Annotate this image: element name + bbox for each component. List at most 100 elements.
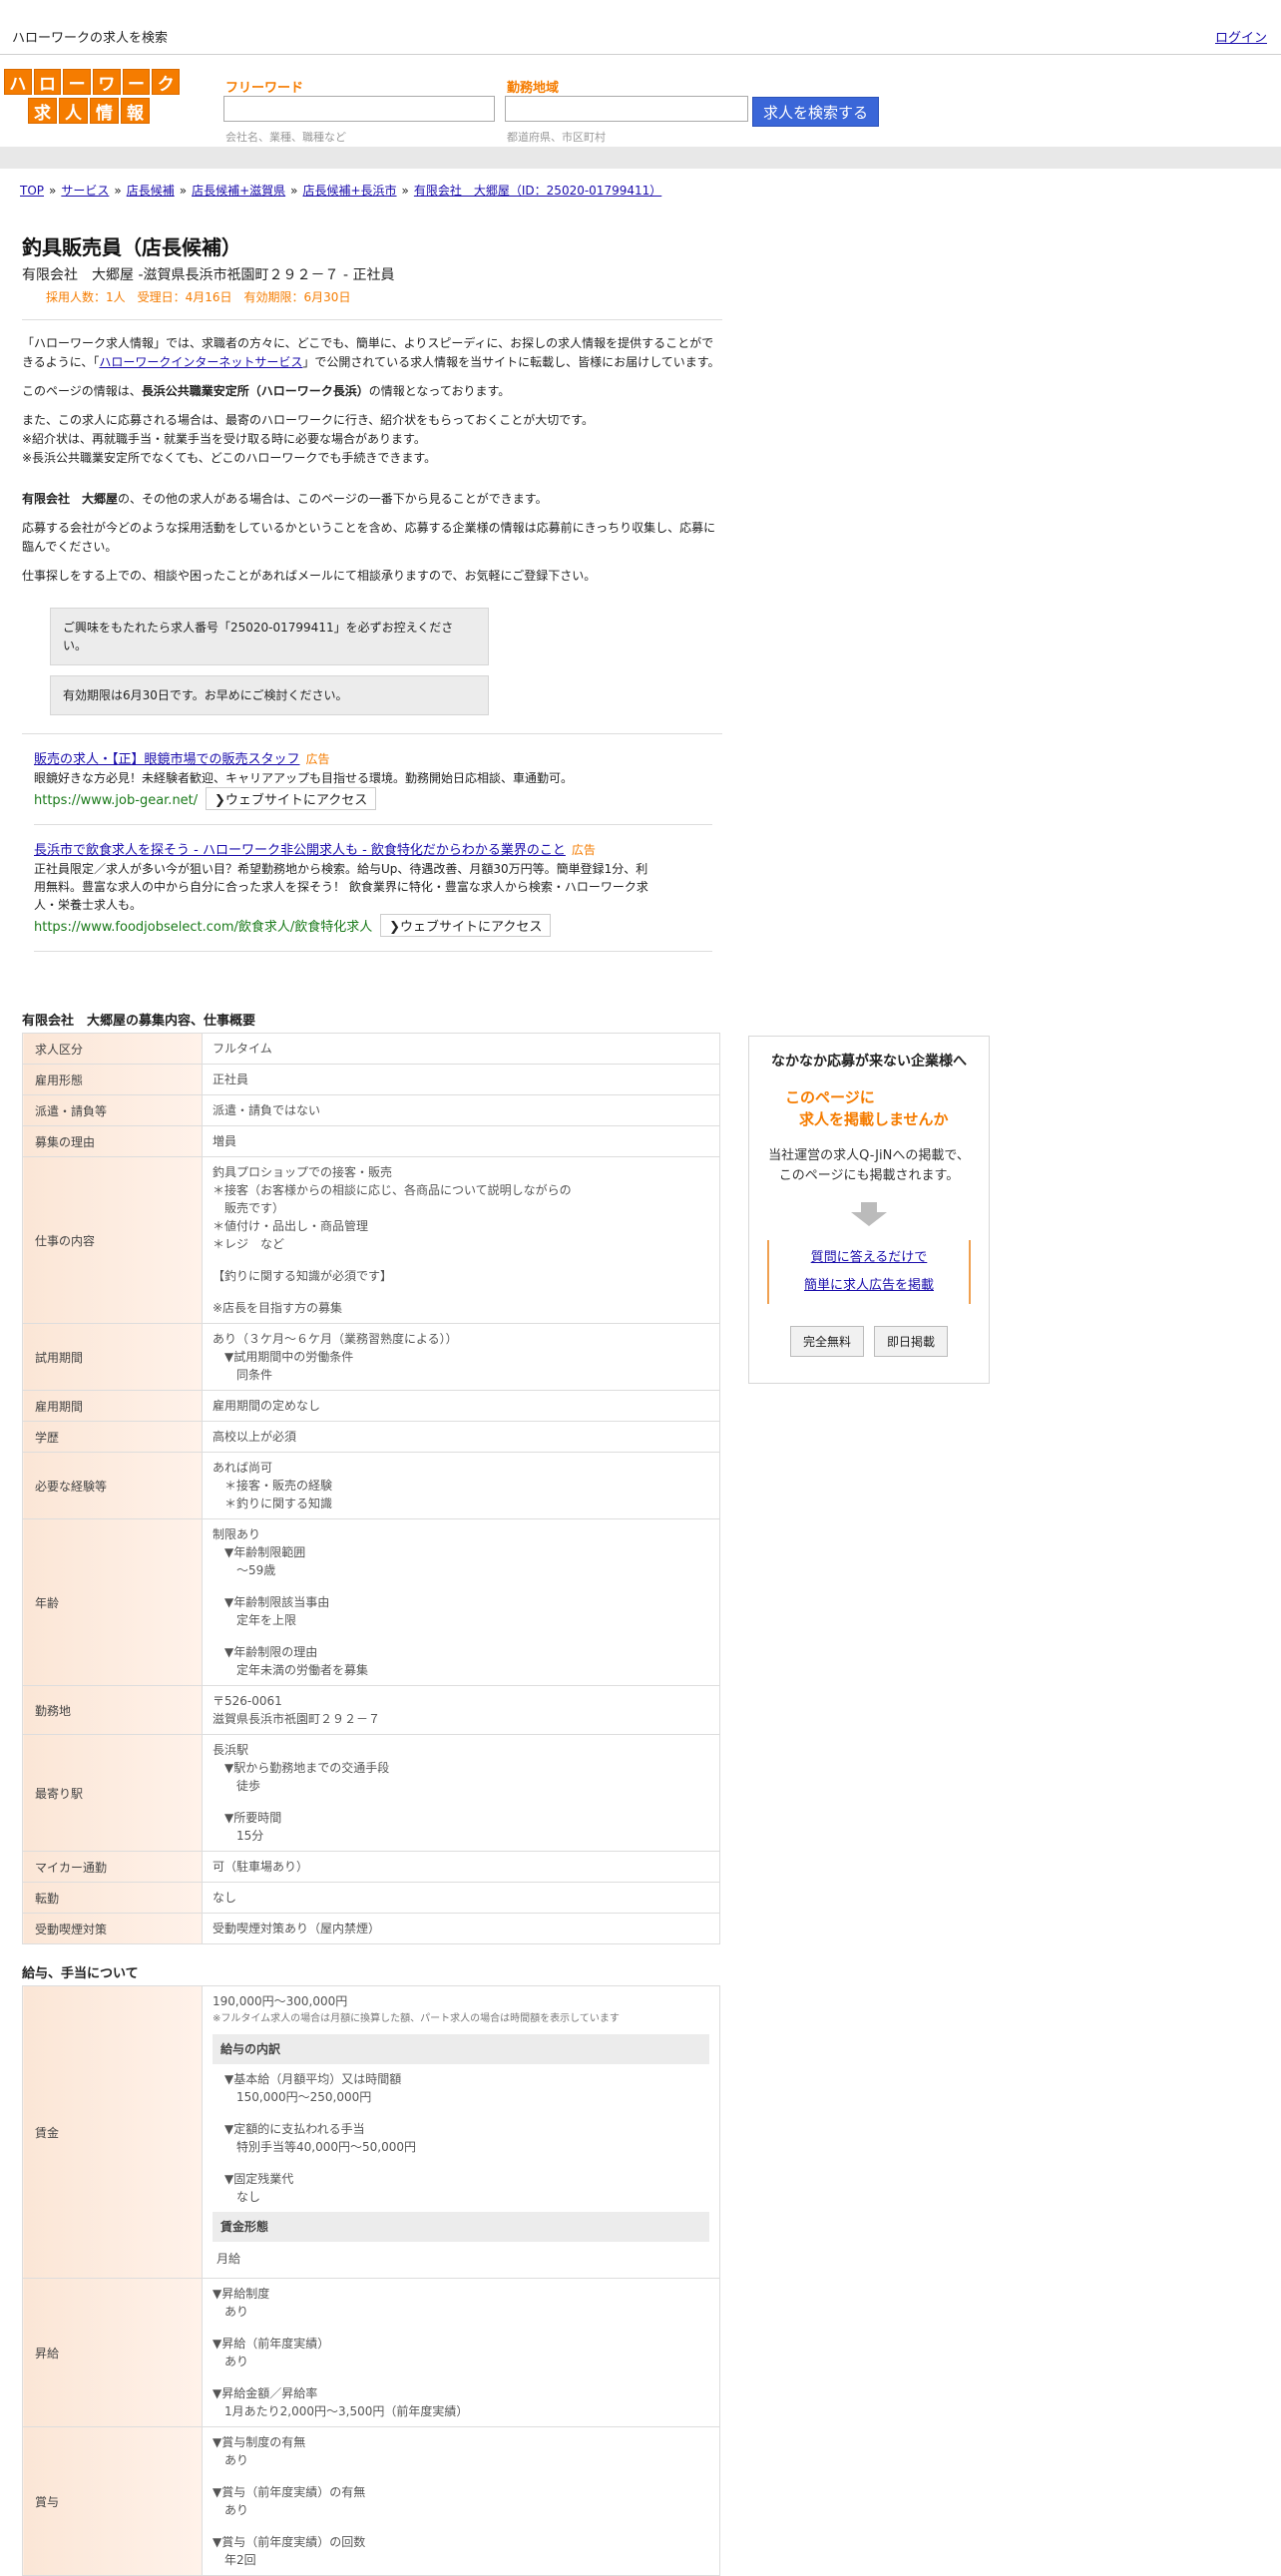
area-hint: 都道府県、市区町村 [507,131,606,144]
value-line: 高校以上が必須 [213,1430,297,1444]
row-label: マイカー通勤 [22,1851,203,1883]
breadcrumb-link[interactable]: 店長候補+滋賀県 [192,184,285,198]
row-value: フルタイム [202,1033,720,1065]
row-label: 募集の理由 [22,1125,203,1157]
row-label: 仕事の内容 [22,1156,203,1324]
value-line: ▼定額的に支払われる手当 [213,2122,365,2136]
consult-paragraph: 仕事探しをする上での、相談や困ったことがあればメールにて相談承りますので、お気軽… [22,569,597,583]
ad-tag: 広告 [571,843,596,857]
value-line: 派遣・請負ではない [213,1103,321,1117]
value-line [213,2106,709,2120]
row-label: 必要な経験等 [22,1452,203,1519]
row-label: 試用期間 [22,1323,203,1391]
ad-visit-button[interactable]: ❯ウェブサイトにアクセス [206,787,377,810]
row-value: あれば尚可 ＊接客・販売の経験 ＊釣りに関する知識 [202,1452,720,1519]
side-box-link[interactable]: 質問に答えるだけで [769,1244,969,1272]
job-number-notice: ご興味をもたれたら求人番号「25020-01799411」を必ずお控えください。 [50,608,489,665]
value-line: 可（駐車場あり） [213,1860,309,1874]
area-label: 勤務地域 [507,81,560,96]
value-line [213,1253,709,1267]
breakdown-lines: ▼基本給（月額平均）又は時間額 150,000円〜250,000円 ▼定額的に支… [213,2070,709,2206]
row-value: あり（３ケ月～６ケ月（業務習熟度による）） ▼試用期間中の労働条件 同条件 [202,1323,720,1391]
company-line: 有限会社 大郷屋 -滋賀県長浜市祇園町２９２－７ - 正社員 [22,267,395,283]
ad-title-link[interactable]: 長浜市で飲食求人を探そう - ハローワーク非公開求人も - 飲食特化だからわかる… [34,843,566,858]
value-line: 1月あたり2,000円〜3,500円（前年度実績） [213,2404,469,2418]
hellowork-internet-link[interactable]: ハローワークインターネットサービス [99,355,302,369]
search-button[interactable]: 求人を検索する [752,97,879,127]
ad-description: 正社員限定／求人が多い今が狙い目？希望勤務地から検索。給与Up、待遇改善、月額3… [34,862,648,912]
table-row: 仕事の内容 釣具プロショップでの接客・販売 ＊接客（お客様からの相談に応じ、各商品に… [22,1156,720,1324]
breadcrumb-link[interactable]: 有限会社 大郷屋（ID：25020-01799411） [414,184,661,198]
recruit-table: 求人区分 フルタイム 雇用形態 正社員 派遣・請負等 派遣・請負ではない 募集の理由 増員 仕事… [22,1033,720,1944]
same-day-badge: 即日掲載 [874,1326,949,1357]
value-line: なし [213,2190,261,2204]
value-line [213,1629,709,1643]
ad-block: 長浜市で飲食求人を探そう - ハローワーク非公開求人も - 飲食特化だからわかる… [22,839,722,937]
breadcrumb-link[interactable]: サービス [61,184,109,198]
breadcrumb-link[interactable]: TOP [20,184,44,198]
row-label: 勤務地 [22,1685,203,1735]
job-title: 釣具販売員（店長候補） [22,235,241,259]
divider [22,733,722,734]
value-line: ＊レジ など [213,1237,285,1251]
value-line: 年2回 [213,2553,256,2567]
value-line: あり [213,2305,249,2319]
divider [34,824,712,825]
row-label: 雇用期間 [22,1390,203,1422]
ad-url[interactable]: https://www.foodjobselect.com/飲食求人/飲食特化求… [34,920,372,935]
logo-char: 求 [28,98,57,124]
row-value: 制限あり ▼年齢制限範囲 ～59歳 ▼年齢制限該当事由 定年を上限 ▼年齢制限の… [202,1518,720,1686]
value-line: ＊値付け・品出し・商品管理 [213,1219,369,1233]
chevron-right-icon: ❯ [214,793,225,808]
table-row: 受動喫煙対策 受動喫煙対策あり（屋内禁煙） [22,1913,720,1944]
value-line: 釣具プロショップでの接客・販売 [213,1165,393,1179]
divider [22,319,722,320]
recruit-section-title: 有限会社 大郷屋の募集内容、仕事概要 [22,1014,256,1029]
row-value: ▼賞与制度の有無 あり ▼賞与（前年度実績）の有無 あり ▼賞与（前年度実績）の回数… [202,2426,720,2576]
row-label: 転勤 [22,1882,203,1914]
value-line [213,1795,709,1809]
area-input[interactable] [505,96,748,122]
ad-title-link[interactable]: 販売の求人・【正】眼鏡市場での販売スタッフ [34,752,300,767]
login-link[interactable]: ログイン [1215,27,1267,46]
value-line [213,2156,709,2170]
table-row: 賃金 190,000円〜300,000円 ※フルタイム求人の場合は月額に換算した… [22,1985,720,2279]
ad-description: 眼鏡好きな方必見！未経験者歓迎、キャリアアップも目指せる環境。勤務開始日応相談、… [34,771,574,785]
wage-form-title: 賃金形態 [213,2212,709,2242]
value-line: あり [213,2355,249,2368]
value-line: 雇用期間の定めなし [213,1399,321,1413]
value-line: ▼昇給制度 [213,2287,270,2301]
site-logo[interactable]: ハ ロ ー ワ ー ク 求 人 情 報 [4,69,181,127]
row-value: 正社員 [202,1064,720,1095]
breadcrumb-link[interactable]: 店長候補+長浜市 [302,184,396,198]
side-box-link[interactable]: 簡単に求人広告を掲載 [769,1272,969,1300]
breadcrumb-link[interactable]: 店長候補 [127,184,175,198]
logo-char: ー [122,69,151,95]
logo-char: 報 [121,98,150,124]
value-line: ＊接客（お客様からの相談に応じ、各商品について説明しながらの [213,1183,572,1197]
value-line: あり [213,2503,249,2517]
job-sub-info: 採用人数：1人 受理日：4月16日 有効期限：6月30日 [46,290,351,304]
value-line: 定年を上限 [213,1613,297,1627]
ad-visit-button[interactable]: ❯ウェブサイトにアクセス [380,914,552,937]
table-row: マイカー通勤 可（駐車場あり） [22,1851,720,1883]
ad-url[interactable]: https://www.job-gear.net/ [34,793,198,808]
value-line: ▼昇給金額／昇給率 [213,2386,318,2400]
row-value: なし [202,1882,720,1914]
row-value: 派遣・請負ではない [202,1094,720,1126]
row-value: 長浜駅 ▼駅から勤務地までの交通手段 徒歩 ▼所要時間 15分 [202,1734,720,1852]
site-title: ハローワークの求人を検索 [12,31,169,46]
value-line: 販売です） [213,1201,285,1215]
breakdown-title: 給与の内訳 [213,2034,709,2064]
table-row: 募集の理由 増員 [22,1125,720,1157]
value-line: 150,000円〜250,000円 [213,2090,372,2104]
value-line: 滋賀県長浜市祇園町２９２－７ [213,1712,381,1726]
freeword-input[interactable] [223,96,495,122]
top-bar: ハローワークの求人を検索 ログイン [0,0,1281,55]
value-line: 受動喫煙対策あり（屋内禁煙） [213,1922,381,1935]
row-value: 〒526-0061 滋賀県長浜市祇園町２９２－７ [202,1685,720,1735]
logo-char: ク [152,69,181,95]
divider [34,951,712,952]
table-row: 年齢 制限あり ▼年齢制限範囲 ～59歳 ▼年齢制限該当事由 定年を上限 ▼年齢制… [22,1518,720,1686]
value-line: ▼基本給（月額平均）又は時間額 [213,2072,402,2086]
